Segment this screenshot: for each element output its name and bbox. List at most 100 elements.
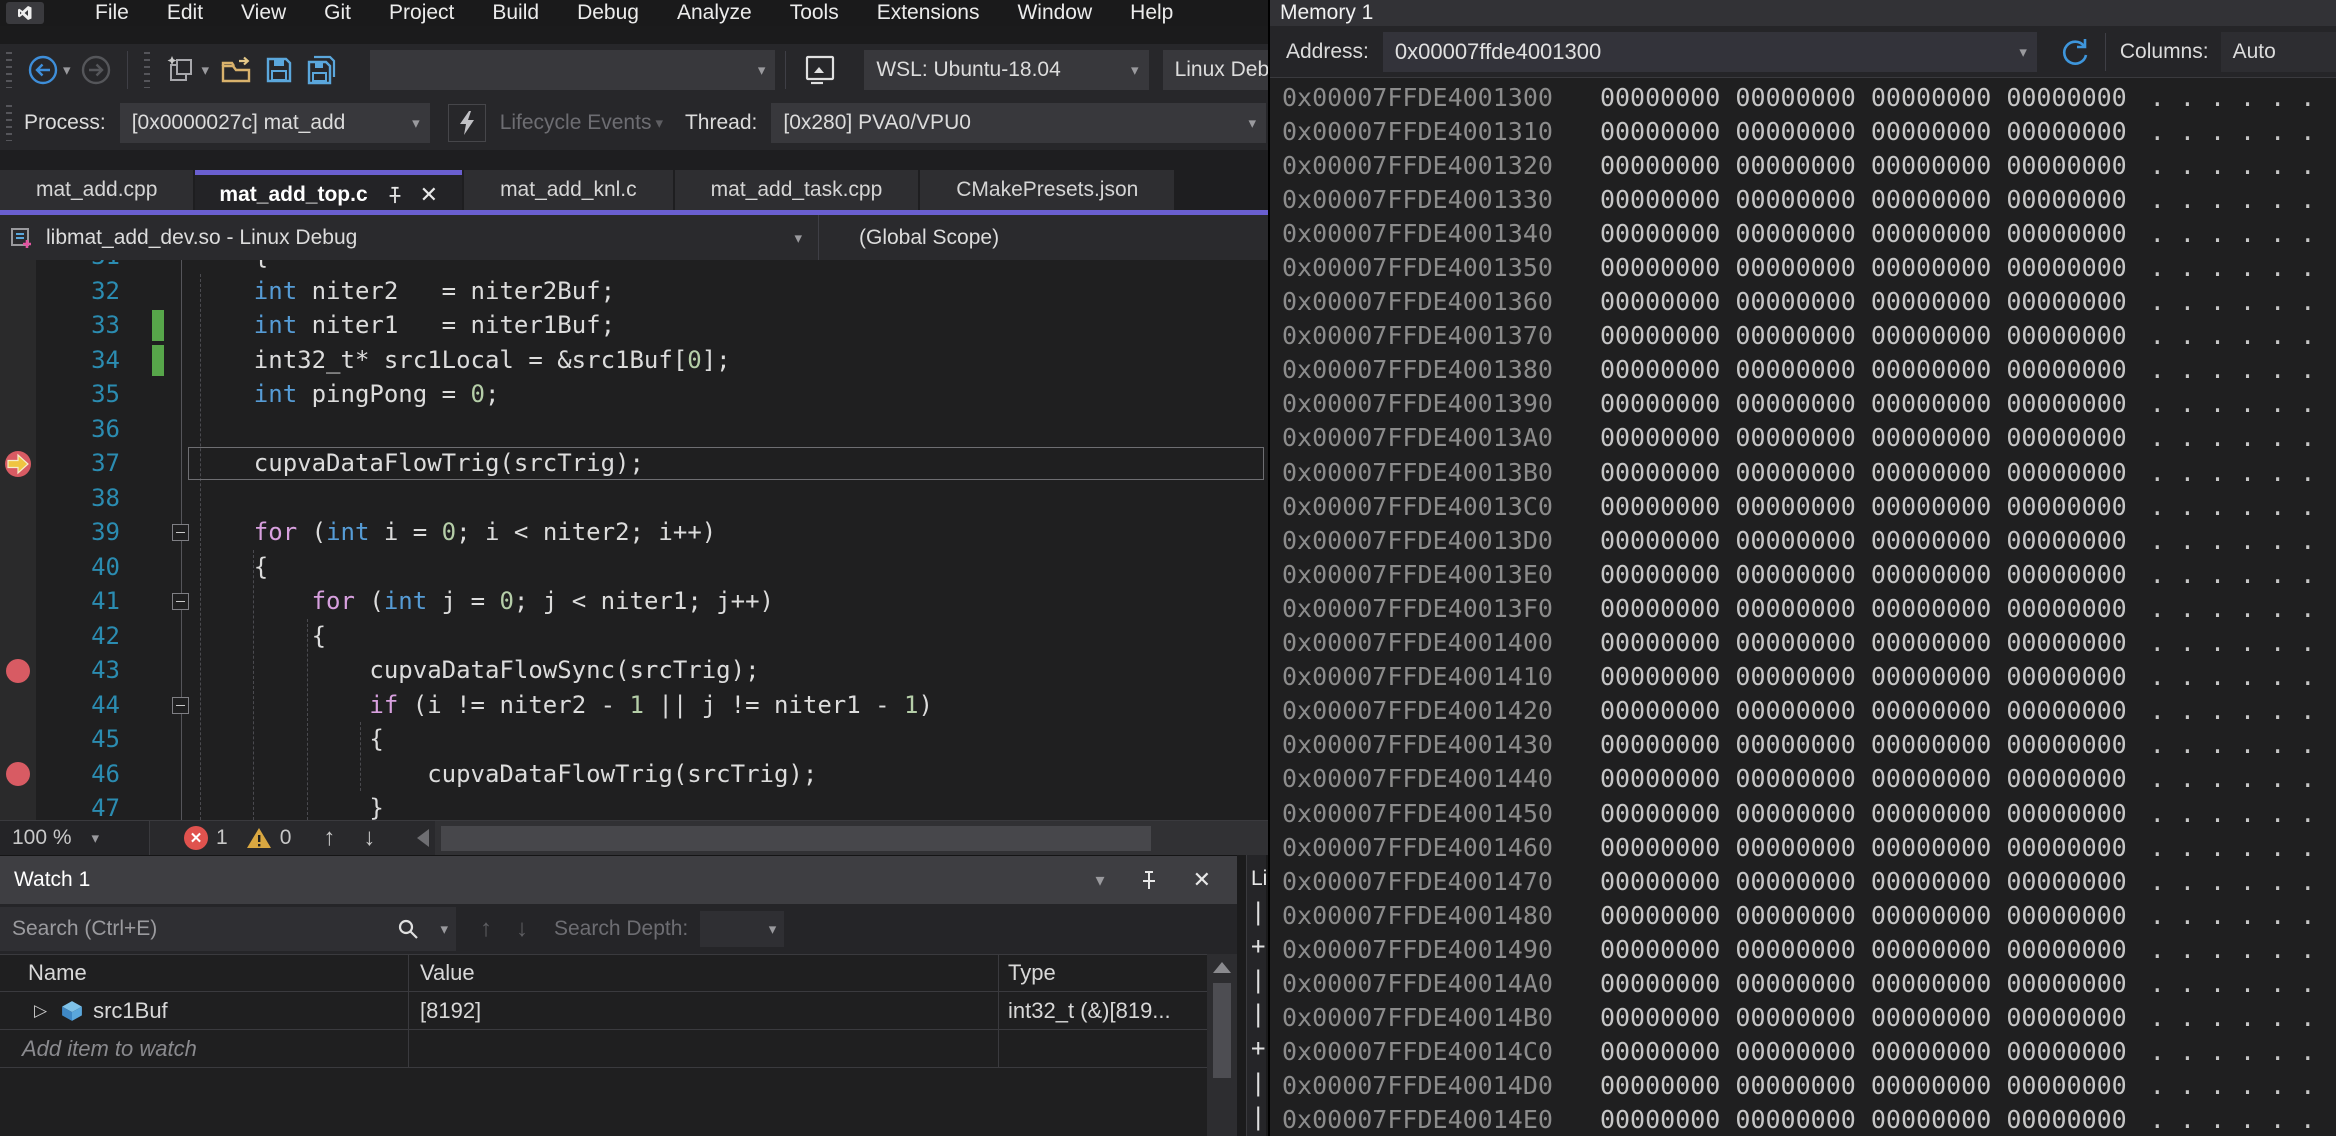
menu-item-help[interactable]: Help: [1111, 0, 1192, 26]
back-history-caret[interactable]: ▾: [63, 61, 71, 79]
new-project-button[interactable]: ▾: [160, 50, 214, 90]
menu-item-tools[interactable]: Tools: [771, 0, 858, 26]
memory-row[interactable]: 0x00007FFDE40014D000000000 00000000 0000…: [1270, 1069, 2336, 1103]
memory-row[interactable]: 0x00007FFDE400135000000000 00000000 0000…: [1270, 250, 2336, 284]
lifecycle-events-button[interactable]: [448, 104, 486, 142]
code-line[interactable]: int niter2 = niter2Buf;: [196, 274, 933, 309]
tab-mat_add.cpp[interactable]: mat_add.cpp: [0, 170, 193, 210]
code-line[interactable]: int pingPong = 0;: [196, 377, 933, 412]
memory-row[interactable]: 0x00007FFDE40013C000000000 00000000 0000…: [1270, 489, 2336, 523]
memory-row[interactable]: 0x00007FFDE400139000000000 00000000 0000…: [1270, 387, 2336, 421]
warning-count-icon[interactable]: [246, 826, 272, 850]
navigate-forward-button[interactable]: [75, 50, 117, 90]
memory-row[interactable]: 0x00007FFDE40014E000000000 00000000 0000…: [1270, 1103, 2336, 1136]
scroll-thumb[interactable]: [1213, 983, 1231, 1078]
lifecycle-events-label[interactable]: Lifecycle Events: [500, 111, 652, 135]
toolbar-drag-grip[interactable]: [144, 52, 150, 88]
window-position-caret-icon[interactable]: ▾: [1096, 870, 1105, 891]
toolbar-drag-grip[interactable]: [6, 52, 12, 88]
pin-icon[interactable]: [1139, 869, 1159, 891]
tab-close-icon[interactable]: ✕: [420, 182, 438, 208]
memory-row[interactable]: 0x00007FFDE400143000000000 00000000 0000…: [1270, 728, 2336, 762]
search-options-caret-icon[interactable]: ▾: [440, 920, 448, 938]
search-depth-combobox[interactable]: ▾: [700, 911, 784, 947]
tab-CMakePresets.json[interactable]: CMakePresets.json: [920, 170, 1174, 210]
memory-row[interactable]: 0x00007FFDE400147000000000 00000000 0000…: [1270, 864, 2336, 898]
navigate-back-button[interactable]: ▾: [22, 50, 76, 90]
menu-item-project[interactable]: Project: [370, 0, 473, 26]
code-line[interactable]: {: [196, 260, 933, 274]
next-issue-arrow-icon[interactable]: ↓: [363, 824, 375, 852]
memory-row[interactable]: 0x00007FFDE400145000000000 00000000 0000…: [1270, 796, 2336, 830]
memory-row[interactable]: 0x00007FFDE400149000000000 00000000 0000…: [1270, 932, 2336, 966]
menu-item-extensions[interactable]: Extensions: [858, 0, 999, 26]
close-icon[interactable]: ✕: [1193, 867, 1211, 893]
add-item-to-watch[interactable]: Add item to watch: [0, 1036, 408, 1062]
save-all-button[interactable]: [300, 50, 344, 90]
memory-row[interactable]: 0x00007FFDE400142000000000 00000000 0000…: [1270, 694, 2336, 728]
search-prev-arrow-icon[interactable]: ↑: [480, 915, 492, 943]
project-dropdown[interactable]: libmat_add_dev.so - Linux Debug ▾: [0, 215, 818, 260]
code-line[interactable]: int32_t* src1Local = &src1Buf[0];: [196, 343, 933, 378]
address-input[interactable]: [1383, 39, 1983, 65]
hscroll-left-arrow[interactable]: [417, 829, 429, 847]
expand-chevron-icon[interactable]: ▷: [34, 1001, 47, 1021]
tab-pin-icon[interactable]: [386, 185, 404, 205]
code-line[interactable]: int niter1 = niter1Buf;: [196, 308, 933, 343]
memory-row[interactable]: 0x00007FFDE40013A000000000 00000000 0000…: [1270, 421, 2336, 455]
watch-row-value-cell[interactable]: [8192]: [408, 998, 998, 1024]
code-line[interactable]: for (int j = 0; j < niter1; j++): [196, 584, 933, 619]
column-divider[interactable]: [998, 954, 999, 1068]
watch-row[interactable]: ▷src1Buf[8192]int32_t (&)[819...: [0, 992, 1237, 1030]
memory-row[interactable]: 0x00007FFDE40014A000000000 00000000 0000…: [1270, 966, 2336, 1000]
breakpoint-icon[interactable]: [6, 659, 30, 683]
column-header-name[interactable]: Name: [0, 960, 408, 986]
launch-configuration-combobox[interactable]: Linux Deb: [1163, 50, 1268, 90]
columns-combobox[interactable]: Auto: [2221, 32, 2336, 72]
lifecycle-events-caret[interactable]: ▾: [655, 114, 663, 132]
watch-vertical-scrollbar[interactable]: [1207, 954, 1237, 1136]
zoom-control[interactable]: 100 % ▾: [0, 821, 150, 855]
menu-item-git[interactable]: Git: [305, 0, 370, 26]
process-combobox[interactable]: [0x0000027c] mat_add ▾: [120, 103, 430, 143]
startup-window-button[interactable]: [796, 50, 842, 90]
column-header-type[interactable]: Type: [998, 960, 1205, 986]
debug-target-combobox[interactable]: WSL: Ubuntu-18.04 ▾: [864, 50, 1148, 90]
save-button[interactable]: [258, 50, 300, 90]
breakpoint-icon[interactable]: [6, 762, 30, 786]
thread-combobox[interactable]: [0x280] PVA0/VPU0 ▾: [771, 103, 1266, 143]
menu-item-analyze[interactable]: Analyze: [658, 0, 771, 26]
address-combobox[interactable]: ▾: [1383, 32, 2037, 72]
column-header-value[interactable]: Value: [408, 960, 998, 986]
tab-mat_add_knl.c[interactable]: mat_add_knl.c: [464, 170, 673, 210]
memory-row[interactable]: 0x00007FFDE400148000000000 00000000 0000…: [1270, 898, 2336, 932]
memory-row[interactable]: 0x00007FFDE400144000000000 00000000 0000…: [1270, 762, 2336, 796]
menu-item-view[interactable]: View: [222, 0, 305, 26]
previous-issue-arrow-icon[interactable]: ↑: [323, 824, 335, 852]
hidden-panel-sliver[interactable]: Li |+||+||: [1246, 855, 1266, 1136]
address-caret-icon[interactable]: ▾: [2019, 43, 2027, 61]
breakpoint-margin[interactable]: [0, 260, 36, 820]
memory-row[interactable]: 0x00007FFDE400136000000000 00000000 0000…: [1270, 285, 2336, 319]
memory-row[interactable]: 0x00007FFDE400130000000000 00000000 0000…: [1270, 80, 2336, 114]
tab-mat_add_top.c[interactable]: mat_add_top.c✕: [195, 170, 462, 215]
memory-row[interactable]: 0x00007FFDE400140000000000 00000000 0000…: [1270, 626, 2336, 660]
memory-row[interactable]: 0x00007FFDE400133000000000 00000000 0000…: [1270, 182, 2336, 216]
current-statement-arrow-icon[interactable]: [3, 449, 33, 479]
search-next-arrow-icon[interactable]: ↓: [516, 915, 528, 943]
error-count-icon[interactable]: ✕: [184, 826, 208, 850]
menu-item-build[interactable]: Build: [473, 0, 558, 26]
fold-collapse-box[interactable]: [172, 524, 189, 541]
code-line[interactable]: [196, 412, 933, 447]
watch-search-box[interactable]: ▾: [0, 907, 456, 951]
scope-dropdown[interactable]: (Global Scope): [859, 226, 999, 250]
scroll-up-arrow[interactable]: [1213, 962, 1231, 973]
code-line[interactable]: for (int i = 0; i < niter2; i++): [196, 515, 933, 550]
memory-row[interactable]: 0x00007FFDE400132000000000 00000000 0000…: [1270, 148, 2336, 182]
menu-item-edit[interactable]: Edit: [148, 0, 222, 26]
toolbar-drag-grip[interactable]: [6, 105, 12, 141]
refresh-icon[interactable]: [2057, 35, 2091, 69]
menu-item-file[interactable]: File: [76, 0, 148, 26]
memory-row[interactable]: 0x00007FFDE400141000000000 00000000 0000…: [1270, 660, 2336, 694]
memory-panel-title-bar[interactable]: Memory 1: [1270, 0, 2336, 26]
